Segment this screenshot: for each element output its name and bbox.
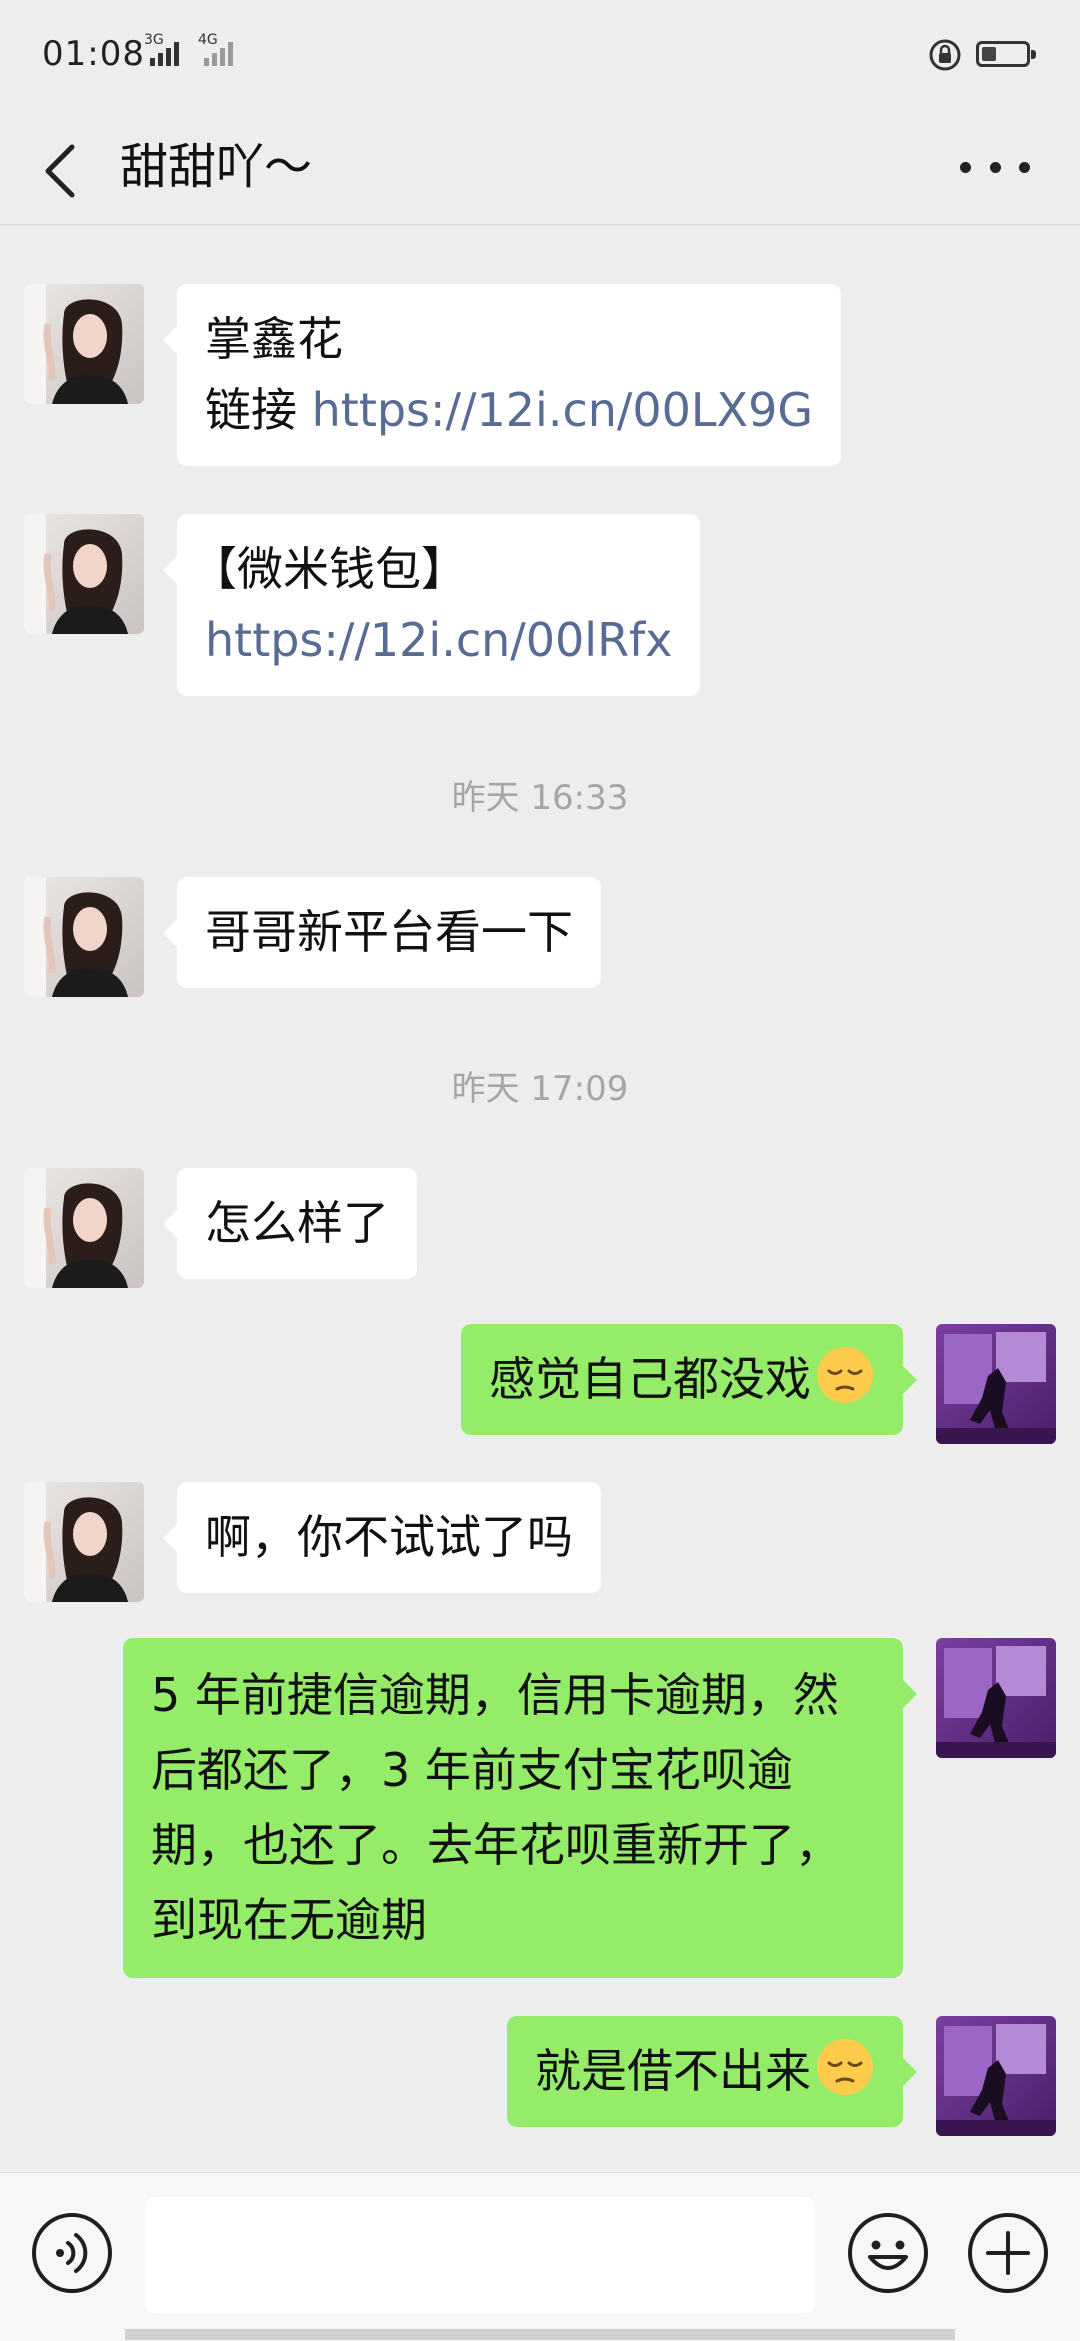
message-text: 【微米钱包】 — [191, 542, 467, 596]
message-bubble-outgoing[interactable]: 感觉自己都没戏 — [461, 1324, 917, 1435]
message-timestamp: 昨天 17:09 — [451, 1069, 629, 1109]
message-bubble-incoming[interactable]: 掌鑫花 链接 https://12i.cn/00LX9G — [163, 284, 841, 466]
navigation-gesture-bar — [125, 2329, 955, 2340]
contact-avatar[interactable] — [24, 1482, 144, 1602]
message-text: 就是借不出来 — [535, 2044, 811, 2098]
message-link[interactable]: https://12i.cn/00LX9G — [312, 383, 813, 437]
emoji-icon[interactable] — [846, 2211, 930, 2295]
message-text: 掌鑫花 — [205, 312, 343, 366]
contact-avatar[interactable] — [24, 877, 144, 997]
lock-rotation-icon — [929, 39, 961, 71]
battery-icon — [976, 41, 1036, 67]
pensive-face-emoji — [815, 1345, 875, 1405]
message-text: 啊，你不试试了吗 — [205, 1510, 573, 1564]
self-avatar[interactable] — [936, 1324, 1056, 1444]
voice-icon[interactable] — [30, 2211, 114, 2295]
contact-avatar[interactable] — [24, 514, 144, 634]
self-avatar[interactable] — [936, 2016, 1056, 2136]
chat-header: 甜甜吖〜 — [0, 110, 1080, 225]
message-text: 哥哥新平台看一下 — [205, 905, 573, 959]
message-text: 感觉自己都没戏 — [489, 1352, 811, 1406]
pensive-face-emoji — [815, 2037, 875, 2097]
contact-avatar[interactable] — [24, 1168, 144, 1288]
message-link[interactable]: https://12i.cn/00lRfx — [205, 613, 672, 667]
message-input[interactable] — [145, 2197, 815, 2313]
message-bubble-outgoing[interactable]: 就是借不出来 — [507, 2016, 917, 2127]
message-bubble-incoming[interactable]: 啊，你不试试了吗 — [163, 1482, 601, 1593]
more-dots-icon[interactable] — [960, 140, 1030, 194]
chevron-left-icon[interactable] — [36, 125, 86, 205]
contact-avatar[interactable] — [24, 284, 144, 404]
self-avatar[interactable] — [936, 1638, 1056, 1758]
message-bubble-incoming[interactable]: 怎么样了 — [163, 1168, 417, 1279]
message-bubble-incoming[interactable]: 哥哥新平台看一下 — [163, 877, 601, 988]
status-bar: 01:08 3G 4G — [0, 0, 1080, 110]
plus-icon[interactable] — [966, 2211, 1050, 2295]
message-timestamp: 昨天 16:33 — [451, 778, 629, 818]
message-bubble-incoming[interactable]: 【微米钱包】 https://12i.cn/00lRfx — [162, 514, 701, 696]
message-text: 怎么样了 — [205, 1196, 389, 1250]
chat-title: 甜甜吖〜 — [120, 139, 313, 195]
message-text: 链接 — [205, 383, 312, 437]
status-time: 01:08 — [42, 34, 145, 74]
message-bubble-outgoing[interactable]: 5 年前捷信逾期，信用卡逾期，然后都还了，3 年前支付宝花呗逾期，也还了。去年花… — [123, 1638, 917, 1978]
chat-input-bar — [0, 2172, 1080, 2341]
message-text: 5 年前捷信逾期，信用卡逾期，然后都还了，3 年前支付宝花呗逾期，也还了。去年花… — [151, 1668, 841, 1947]
